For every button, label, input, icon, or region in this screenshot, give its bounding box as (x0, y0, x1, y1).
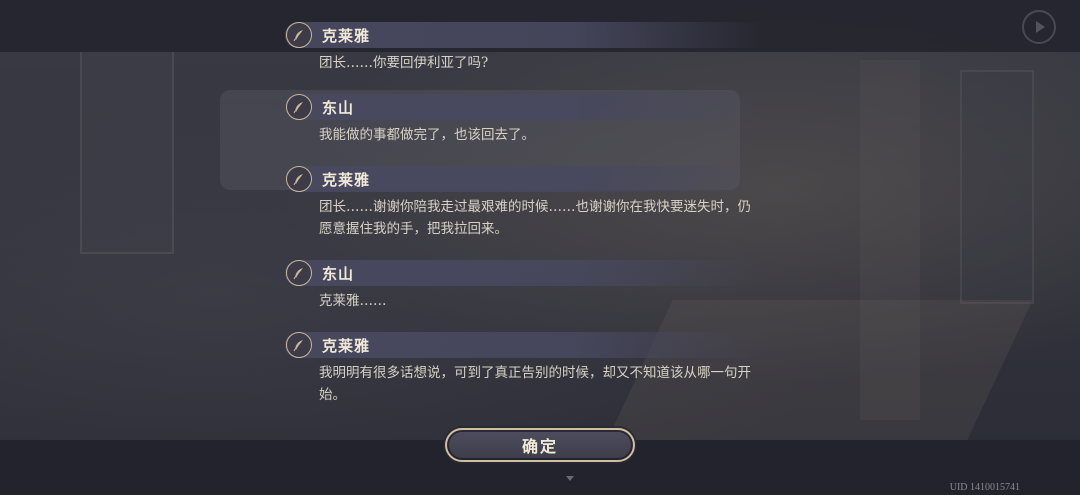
speaker-bar: 东山 (285, 260, 765, 286)
quill-icon (286, 260, 312, 286)
speaker-bar: 克莱雅 (285, 166, 765, 192)
dialogue-entry: 克莱雅 我明明有很多话想说，可到了真正告别的时候，却又不知道该从哪一句开始。 (285, 332, 765, 406)
dialogue-entry: 克莱雅 团长……谢谢你陪我走过最艰难的时候……也谢谢你在我快要迷失时，仍愿意握住… (285, 166, 765, 240)
quill-icon (286, 332, 312, 358)
quill-icon (286, 94, 312, 120)
dialogue-entry: 东山 克莱雅…… (285, 260, 765, 312)
speaker-bar: 克莱雅 (285, 332, 765, 358)
speaker-name: 东山 (322, 264, 355, 283)
speaker-name: 克莱雅 (322, 336, 371, 355)
dialogue-text: 团长……谢谢你陪我走过最艰难的时候……也谢谢你在我快要迷失时，仍愿意握住我的手，… (319, 199, 751, 237)
background-window (80, 50, 174, 254)
dialogue-text: 团长……你要回伊利亚了吗? (319, 55, 489, 71)
dialogue-text: 我能做的事都做完了，也该回去了。 (319, 127, 535, 143)
quill-icon (286, 22, 312, 48)
background-window (960, 70, 1034, 304)
background-scene (0, 0, 1080, 495)
speaker-bar: 东山 (285, 94, 765, 120)
speaker-name: 克莱雅 (322, 26, 371, 45)
chevron-down-icon (566, 476, 574, 481)
dialogue-entry: 东山 我能做的事都做完了，也该回去了。 (285, 94, 765, 146)
speaker-name: 克莱雅 (322, 170, 371, 189)
quill-icon (286, 166, 312, 192)
confirm-button[interactable]: 确定 (445, 428, 635, 462)
dialogue-text: 我明明有很多话想说，可到了真正告别的时候，却又不知道该从哪一句开始。 (319, 365, 751, 403)
speaker-bar: 克莱雅 (285, 22, 765, 48)
dialogue-entry: 克莱雅 团长……你要回伊利亚了吗? (285, 22, 765, 74)
speaker-name: 东山 (322, 98, 355, 117)
play-icon[interactable] (1022, 10, 1056, 44)
uid-label: UID 1410015741 (949, 482, 1020, 493)
dialogue-text: 克莱雅…… (319, 293, 387, 309)
